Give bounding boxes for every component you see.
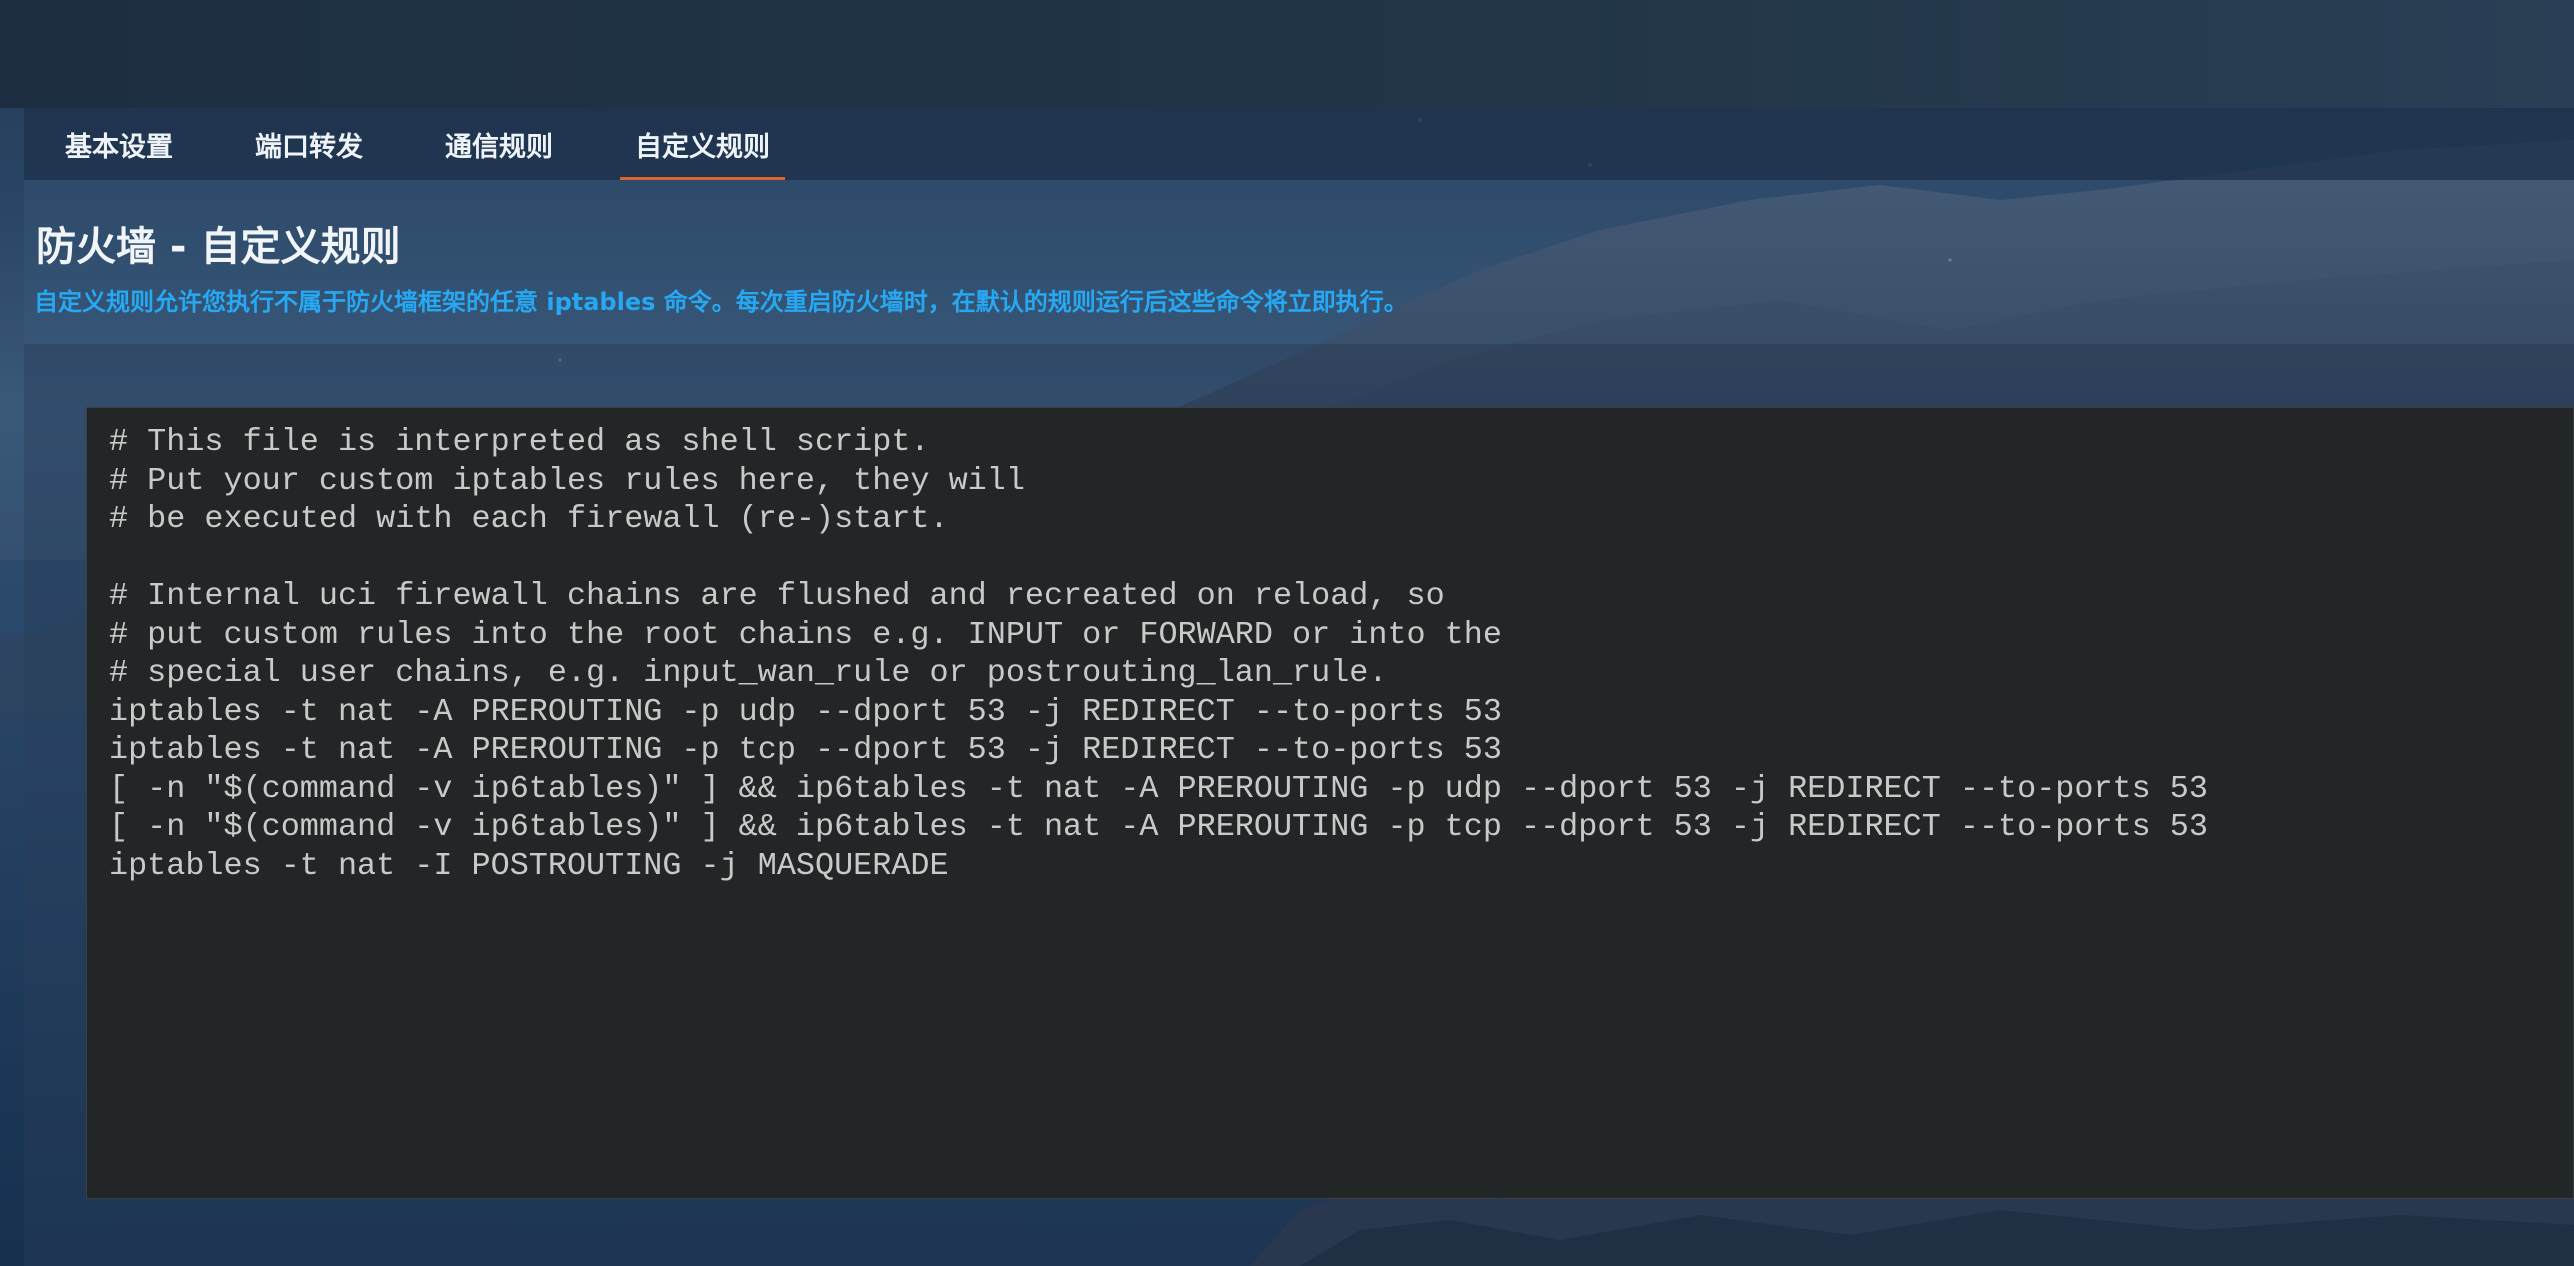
tab-traffic-rules[interactable]: 通信规则 [404, 108, 594, 180]
page-description: 自定义规则允许您执行不属于防火墙框架的任意 iptables 命令。每次重启防火… [34, 288, 1408, 316]
tab-label: 自定义规则 [635, 131, 770, 163]
page-header: 防火墙 - 自定义规则 自定义规则允许您执行不属于防火墙框架的任意 iptabl… [24, 180, 2574, 344]
editor-line: # Internal uci firewall chains are flush… [109, 578, 1445, 614]
tab-label: 端口转发 [255, 131, 363, 163]
editor-line: iptables -t nat -I POSTROUTING -j MASQUE… [109, 847, 949, 884]
custom-rules-editor[interactable]: # This file is interpreted as shell scri… [86, 407, 2574, 1199]
editor-line: [ -n "$(command -v ip6tables)" ] && ip6t… [109, 809, 2208, 845]
tab-label: 基本设置 [65, 131, 173, 163]
tab-basic-settings[interactable]: 基本设置 [24, 108, 214, 180]
editor-line: [ -n "$(command -v ip6tables)" ] && ip6t… [109, 770, 2208, 807]
editor-line: # This file is interpreted as shell scri… [109, 424, 930, 460]
editor-line: iptables -t nat -A PREROUTING -p udp --d… [109, 693, 1502, 730]
editor-line: # special user chains, e.g. input_wan_ru… [109, 655, 1388, 691]
page-title: 防火墙 - 自定义规则 [36, 224, 401, 270]
editor-line: iptables -t nat -A PREROUTING -p tcp --d… [109, 732, 1502, 768]
editor-line: # be executed with each firewall (re-)st… [109, 501, 949, 537]
tab-label: 通信规则 [445, 131, 553, 163]
top-bar [0, 0, 2574, 108]
tab-port-forwarding[interactable]: 端口转发 [214, 108, 404, 180]
editor-line: # put custom rules into the root chains … [109, 616, 1502, 653]
tab-bar: 基本设置 端口转发 通信规则 自定义规则 [24, 108, 2574, 180]
editor-line: # Put your custom iptables rules here, t… [109, 462, 1025, 499]
tab-custom-rules[interactable]: 自定义规则 [594, 108, 811, 180]
